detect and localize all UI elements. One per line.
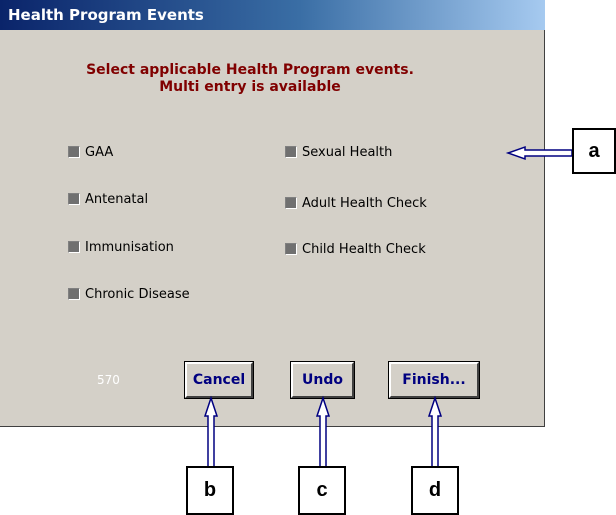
callout-label-d: d [411,466,459,515]
callout-label-c: c [298,466,346,515]
callout-arrows [203,145,573,468]
callout-arrow-d [427,395,443,468]
callout-arrow-b [203,395,219,468]
callout-label-a: a [572,128,616,174]
callout-arrow-a [505,145,573,161]
callout-label-b: b [186,466,234,515]
callout-arrow-c [315,395,331,468]
